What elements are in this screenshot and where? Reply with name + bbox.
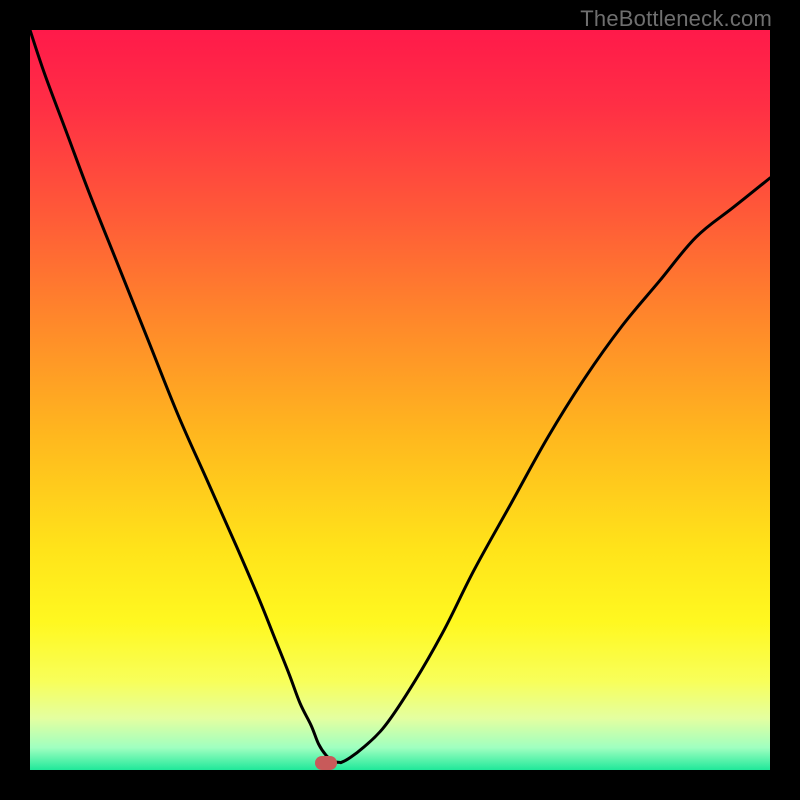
- watermark-text: TheBottleneck.com: [580, 6, 772, 32]
- curve-right-branch: [341, 178, 770, 763]
- outer-frame: TheBottleneck.com: [0, 0, 800, 800]
- optimal-point-marker: [315, 756, 337, 770]
- curve-left-branch: [30, 30, 341, 763]
- bottleneck-curve: [30, 30, 770, 770]
- plot-area: [30, 30, 770, 770]
